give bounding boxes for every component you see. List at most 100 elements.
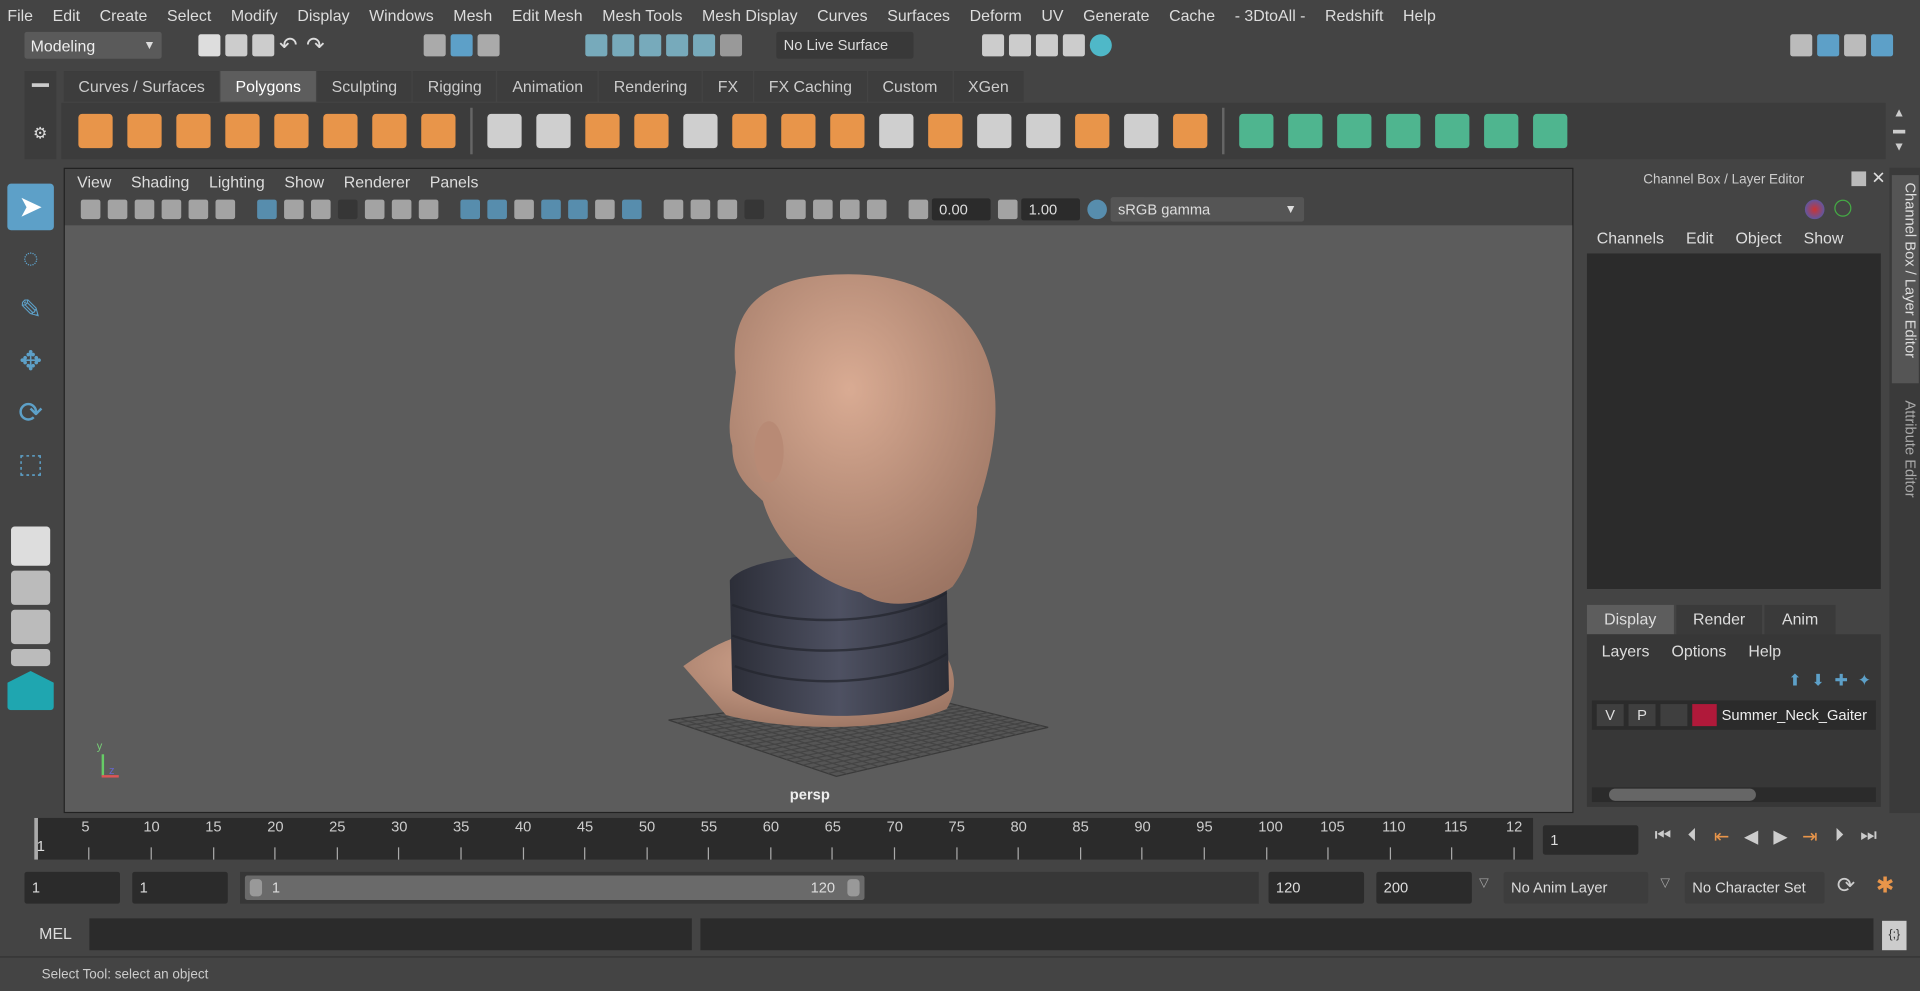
new-layer-selected-icon[interactable]: ✦: [1858, 671, 1871, 691]
unfold-uv-icon[interactable]: [1435, 113, 1470, 149]
rotate-tool-icon[interactable]: ⟳: [7, 389, 54, 436]
play-backwards-icon[interactable]: ◀: [1738, 825, 1765, 849]
image-plane-icon[interactable]: [161, 199, 182, 220]
menu-surfaces[interactable]: Surfaces: [887, 6, 950, 24]
poly-pipe-icon[interactable]: [421, 113, 456, 149]
tool-settings-icon[interactable]: [1844, 34, 1867, 57]
script-editor-icon[interactable]: {;}: [1882, 920, 1907, 951]
grid-icon[interactable]: [257, 199, 277, 220]
mirror-icon[interactable]: [585, 113, 620, 149]
anim-layer-dropdown[interactable]: No Anim Layer: [1503, 871, 1649, 904]
outliner-layout-icon[interactable]: [11, 648, 51, 667]
color-space-dropdown[interactable]: sRGB gamma ▼: [1110, 197, 1305, 222]
render-frame-icon[interactable]: [1008, 34, 1032, 57]
mel-command-input[interactable]: [89, 918, 692, 951]
channel-menu-show[interactable]: Show: [1804, 229, 1844, 247]
select-object-icon[interactable]: [450, 34, 473, 57]
range-start-handle[interactable]: [249, 879, 263, 897]
wireframe-icon[interactable]: [460, 199, 481, 220]
auto-key-icon[interactable]: ⟳: [1837, 873, 1855, 899]
ipr-render-icon[interactable]: [1035, 34, 1058, 57]
combine-icon[interactable]: [487, 113, 522, 149]
snap-point-icon[interactable]: [639, 34, 662, 57]
range-slider-bar[interactable]: 1 120: [244, 875, 865, 901]
layer-menu-help[interactable]: Help: [1748, 642, 1781, 660]
attribute-editor-toggle-icon[interactable]: [1817, 34, 1840, 57]
gamma-field[interactable]: 1.00: [1021, 198, 1081, 221]
bevel-icon[interactable]: [830, 113, 865, 149]
insert-edge-loop-icon[interactable]: [977, 113, 1012, 149]
menu-redshift[interactable]: Redshift: [1325, 6, 1383, 24]
camera-icon[interactable]: [80, 199, 101, 220]
menu-select[interactable]: Select: [167, 6, 211, 24]
grease-pencil-icon[interactable]: [215, 199, 236, 220]
menu-3dtoall[interactable]: - 3DtoAll -: [1235, 6, 1306, 24]
poly-cube-icon[interactable]: [127, 113, 162, 149]
bridge-icon[interactable]: [781, 113, 816, 149]
layer-visibility-toggle[interactable]: V: [1596, 704, 1624, 727]
layer-menu-layers[interactable]: Layers: [1602, 642, 1650, 660]
tab-rigging[interactable]: Rigging: [413, 71, 497, 102]
layer-row[interactable]: V P Summer_Neck_Gaiter: [1591, 700, 1876, 730]
bookmark-icon[interactable]: [134, 199, 155, 220]
menu-file[interactable]: File: [7, 6, 33, 24]
snap-curve-icon[interactable]: [612, 34, 635, 57]
channel-menu-object[interactable]: Object: [1736, 229, 1782, 247]
tab-curves-surfaces[interactable]: Curves / Surfaces: [63, 71, 220, 102]
redo-icon[interactable]: ↷: [306, 34, 328, 56]
side-tab-channel-box[interactable]: Channel Box / Layer Editor: [1891, 175, 1919, 384]
layer-tab-display[interactable]: Display: [1586, 604, 1674, 635]
tab-sculpting[interactable]: Sculpting: [316, 71, 412, 102]
menu-display[interactable]: Display: [297, 6, 349, 24]
side-tab-attribute-editor[interactable]: Attribute Editor: [1892, 400, 1919, 535]
camera-attr-icon[interactable]: [107, 199, 128, 220]
manipulator-icon[interactable]: [1834, 199, 1852, 217]
paint-select-icon[interactable]: ✎: [7, 287, 54, 334]
extrude-icon[interactable]: [732, 113, 767, 149]
single-view-layout-icon[interactable]: [11, 526, 51, 566]
automatic-uv-icon[interactable]: [1386, 113, 1421, 149]
step-back-frame-icon[interactable]: ⏴: [1679, 825, 1706, 849]
channel-menu-edit[interactable]: Edit: [1686, 229, 1713, 247]
color-management-icon[interactable]: [1087, 199, 1107, 220]
wireframe-on-shaded-icon[interactable]: [514, 199, 534, 220]
time-slider[interactable]: 1 5 10 15 20 25 30 35 40 45 50 55 60 65 70 75 80 85 90 95 1…: [34, 817, 1534, 860]
viewport-menu-show[interactable]: Show: [284, 173, 324, 191]
step-back-key-icon[interactable]: ⇤: [1708, 825, 1735, 849]
uv-editor-icon[interactable]: [1484, 113, 1519, 149]
menu-windows[interactable]: Windows: [369, 6, 434, 24]
film-gate-icon[interactable]: [284, 199, 304, 220]
viewport-canvas[interactable]: y z persp: [64, 225, 1573, 812]
layer-color-swatch[interactable]: [1692, 704, 1717, 727]
play-forwards-icon[interactable]: ▶: [1767, 825, 1794, 849]
tab-fx-caching[interactable]: FX Caching: [754, 71, 867, 102]
menu-curves[interactable]: Curves: [817, 6, 867, 24]
layer-display-type[interactable]: [1660, 704, 1688, 727]
channel-menu-channels[interactable]: Channels: [1597, 229, 1664, 247]
menu-uv[interactable]: UV: [1041, 6, 1063, 24]
range-end-handle[interactable]: [847, 879, 860, 897]
undo-icon[interactable]: ↶: [279, 34, 301, 56]
hypershade-icon[interactable]: [1089, 34, 1112, 57]
menu-mesh[interactable]: Mesh: [453, 6, 492, 24]
snap-surface-icon[interactable]: [693, 34, 716, 57]
new-scene-icon[interactable]: [198, 34, 221, 57]
default-material-icon[interactable]: [541, 199, 561, 220]
move-tool-icon[interactable]: ✥: [7, 338, 54, 385]
snap-view-icon[interactable]: [666, 34, 689, 57]
tab-xgen[interactable]: XGen: [953, 71, 1024, 102]
start-time-field[interactable]: 1: [24, 871, 121, 904]
menu-help[interactable]: Help: [1403, 6, 1436, 24]
layer-playback-toggle[interactable]: P: [1628, 704, 1656, 727]
current-frame-field[interactable]: 1: [1542, 825, 1639, 855]
move-layer-up-icon[interactable]: ⬆: [1788, 671, 1801, 691]
select-component-icon[interactable]: [477, 34, 500, 57]
booleans-icon[interactable]: [683, 113, 718, 149]
go-to-start-icon[interactable]: ⏮: [1649, 825, 1676, 849]
playback-end-field[interactable]: 120: [1268, 871, 1365, 904]
xray-components-icon[interactable]: [866, 199, 887, 220]
menu-generate[interactable]: Generate: [1083, 6, 1149, 24]
poly-cone-icon[interactable]: [225, 113, 260, 149]
lights-icon[interactable]: [595, 199, 615, 220]
safe-action-icon[interactable]: [391, 199, 412, 220]
